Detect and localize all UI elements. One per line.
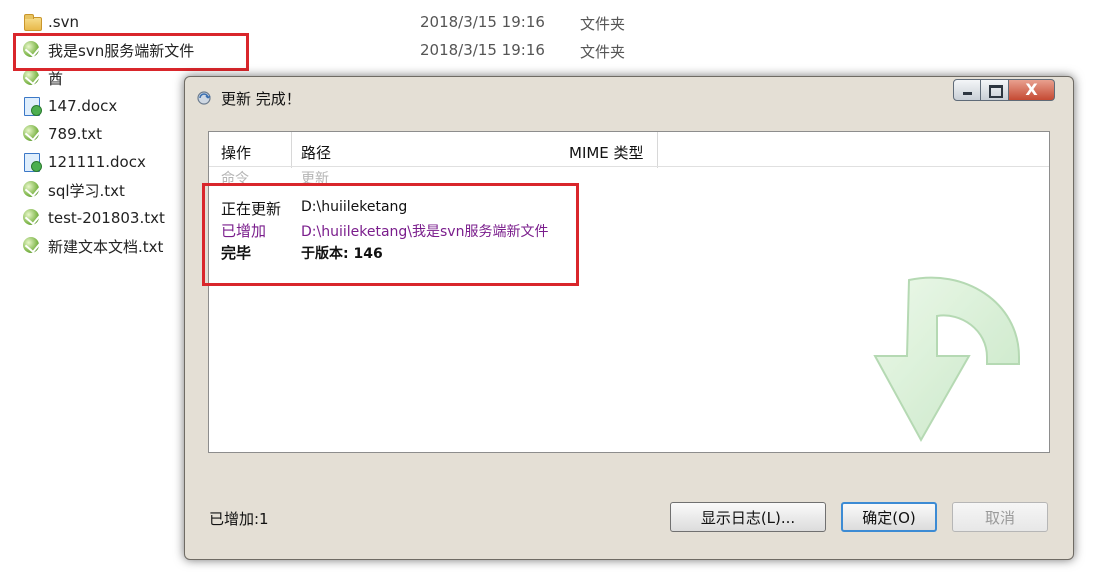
status-added-count: 已增加:1 bbox=[209, 510, 269, 528]
column-header-mime[interactable]: MIME 类型 bbox=[569, 142, 644, 163]
window-controls: X bbox=[953, 79, 1055, 101]
update-results-list[interactable]: 操作 路径 MIME 类型 命令 更新 正在更新 D:\huiileketang… bbox=[208, 131, 1050, 453]
column-header-path[interactable]: 路径 bbox=[301, 142, 331, 163]
file-name: test-201803.txt bbox=[48, 209, 165, 227]
list-item[interactable]: 147.docx bbox=[22, 94, 117, 118]
list-item[interactable]: 789.txt bbox=[22, 122, 102, 146]
file-date: 2018/3/15 19:16 bbox=[420, 41, 545, 59]
file-name: .svn bbox=[48, 13, 79, 31]
column-header-action[interactable]: 操作 bbox=[221, 142, 251, 163]
doc-icon bbox=[22, 96, 42, 116]
list-item[interactable]: 121111.docx bbox=[22, 150, 146, 174]
svn-file-icon bbox=[22, 180, 42, 200]
list-item[interactable]: sql学习.txt bbox=[22, 178, 125, 202]
svn-folder-icon bbox=[22, 68, 42, 88]
svn-update-icon bbox=[197, 91, 211, 105]
header-separator bbox=[209, 166, 1049, 167]
close-icon: X bbox=[1025, 80, 1038, 99]
list-item[interactable]: test-201803.txt bbox=[22, 206, 165, 230]
show-log-button[interactable]: 显示日志(L)... bbox=[670, 502, 826, 532]
file-name: 新建文本文档.txt bbox=[48, 237, 164, 256]
file-name: 121111.docx bbox=[48, 153, 146, 171]
column-divider bbox=[657, 132, 658, 168]
highlight-box bbox=[202, 183, 579, 286]
file-name: sql学习.txt bbox=[48, 181, 125, 200]
file-name: 147.docx bbox=[48, 97, 118, 115]
title-bar[interactable]: 更新 完成！ X bbox=[185, 77, 1073, 119]
minimize-button[interactable] bbox=[953, 79, 981, 101]
file-type: 文件夹 bbox=[580, 43, 626, 61]
cancel-button[interactable]: 取消 bbox=[952, 502, 1048, 532]
maximize-button[interactable] bbox=[981, 79, 1009, 101]
dialog-title: 更新 完成！ bbox=[221, 90, 301, 108]
doc-icon bbox=[22, 152, 42, 172]
column-divider bbox=[291, 132, 292, 168]
list-item[interactable]: 新建文本文档.txt bbox=[22, 234, 163, 258]
svn-file-icon bbox=[22, 236, 42, 256]
ok-button[interactable]: 确定(O) bbox=[841, 502, 937, 532]
folder-icon bbox=[22, 12, 42, 32]
update-arrow-icon bbox=[873, 276, 1020, 443]
file-type: 文件夹 bbox=[580, 15, 626, 33]
svn-file-icon bbox=[22, 208, 42, 228]
highlight-box bbox=[13, 33, 249, 71]
file-name: 789.txt bbox=[48, 125, 103, 143]
list-item[interactable]: .svn bbox=[22, 10, 79, 34]
close-button[interactable]: X bbox=[1009, 79, 1055, 101]
svn-file-icon bbox=[22, 124, 42, 144]
update-dialog: 更新 完成！ X 操作 路径 MIME 类型 命令 更新 正在更新 D:\hui… bbox=[184, 76, 1074, 560]
file-date: 2018/3/15 19:16 bbox=[420, 13, 545, 31]
